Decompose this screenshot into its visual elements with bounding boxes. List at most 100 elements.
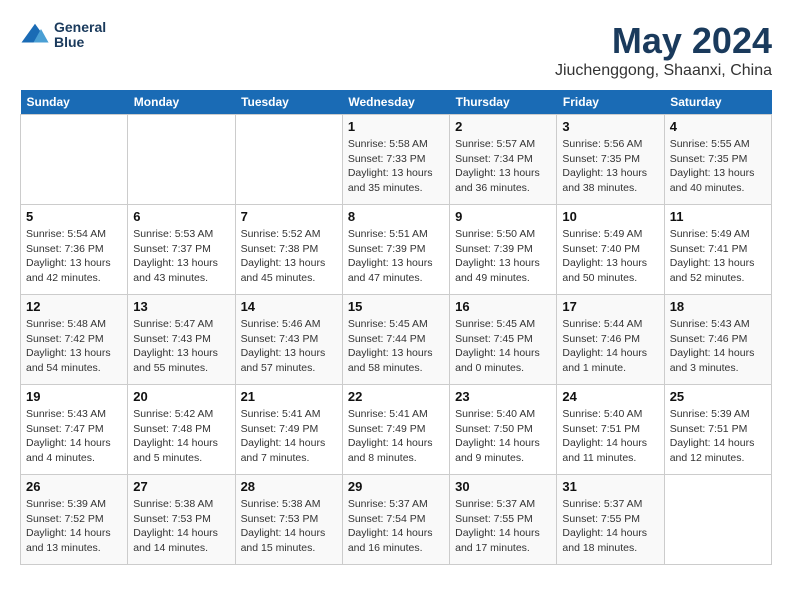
weekday-header-wednesday: Wednesday	[342, 90, 449, 115]
day-info: Sunrise: 5:43 AM Sunset: 7:47 PM Dayligh…	[26, 407, 122, 466]
calendar-week-2: 5 Sunrise: 5:54 AM Sunset: 7:36 PM Daylig…	[21, 205, 772, 295]
calendar-cell: 13 Sunrise: 5:47 AM Sunset: 7:43 PM Dayli…	[128, 295, 235, 385]
calendar-table: SundayMondayTuesdayWednesdayThursdayFrid…	[20, 90, 772, 565]
day-number: 26	[26, 479, 122, 494]
calendar-cell: 28 Sunrise: 5:38 AM Sunset: 7:53 PM Dayli…	[235, 475, 342, 565]
day-number: 22	[348, 389, 444, 404]
calendar-cell: 19 Sunrise: 5:43 AM Sunset: 7:47 PM Dayli…	[21, 385, 128, 475]
calendar-cell: 11Sunrise: 5:49 AM Sunset: 7:41 PM Dayli…	[664, 205, 771, 295]
calendar-week-5: 26 Sunrise: 5:39 AM Sunset: 7:52 PM Dayli…	[21, 475, 772, 565]
calendar-cell: 16Sunrise: 5:45 AM Sunset: 7:45 PM Dayli…	[450, 295, 557, 385]
weekday-header-saturday: Saturday	[664, 90, 771, 115]
day-info: Sunrise: 5:44 AM Sunset: 7:46 PM Dayligh…	[562, 317, 658, 376]
calendar-week-1: 1Sunrise: 5:58 AM Sunset: 7:33 PM Daylig…	[21, 115, 772, 205]
day-number: 8	[348, 209, 444, 224]
calendar-cell: 30 Sunrise: 5:37 AM Sunset: 7:55 PM Dayli…	[450, 475, 557, 565]
calendar-cell: 23 Sunrise: 5:40 AM Sunset: 7:50 PM Dayli…	[450, 385, 557, 475]
day-info: Sunrise: 5:37 AM Sunset: 7:55 PM Dayligh…	[455, 497, 551, 556]
calendar-cell: 9Sunrise: 5:50 AM Sunset: 7:39 PM Daylig…	[450, 205, 557, 295]
logo-line1: General	[54, 20, 106, 35]
calendar-cell	[128, 115, 235, 205]
calendar-cell: 3Sunrise: 5:56 AM Sunset: 7:35 PM Daylig…	[557, 115, 664, 205]
day-number: 17	[562, 299, 658, 314]
calendar-cell	[235, 115, 342, 205]
calendar-cell: 10Sunrise: 5:49 AM Sunset: 7:40 PM Dayli…	[557, 205, 664, 295]
main-title: May 2024	[555, 20, 772, 62]
title-section: May 2024 Jiuchenggong, Shaanxi, China	[555, 20, 772, 80]
calendar-cell: 22 Sunrise: 5:41 AM Sunset: 7:49 PM Dayli…	[342, 385, 449, 475]
weekday-header-tuesday: Tuesday	[235, 90, 342, 115]
day-number: 21	[241, 389, 337, 404]
calendar-cell: 5 Sunrise: 5:54 AM Sunset: 7:36 PM Daylig…	[21, 205, 128, 295]
calendar-body: 1Sunrise: 5:58 AM Sunset: 7:33 PM Daylig…	[21, 115, 772, 565]
day-number: 31	[562, 479, 658, 494]
day-number: 19	[26, 389, 122, 404]
weekday-row: SundayMondayTuesdayWednesdayThursdayFrid…	[21, 90, 772, 115]
day-info: Sunrise: 5:38 AM Sunset: 7:53 PM Dayligh…	[241, 497, 337, 556]
day-info: Sunrise: 5:41 AM Sunset: 7:49 PM Dayligh…	[348, 407, 444, 466]
calendar-cell: 1Sunrise: 5:58 AM Sunset: 7:33 PM Daylig…	[342, 115, 449, 205]
calendar-cell: 14Sunrise: 5:46 AM Sunset: 7:43 PM Dayli…	[235, 295, 342, 385]
day-number: 6	[133, 209, 229, 224]
subtitle: Jiuchenggong, Shaanxi, China	[555, 62, 772, 80]
day-info: Sunrise: 5:48 AM Sunset: 7:42 PM Dayligh…	[26, 317, 122, 376]
day-info: Sunrise: 5:42 AM Sunset: 7:48 PM Dayligh…	[133, 407, 229, 466]
calendar-cell: 7 Sunrise: 5:52 AM Sunset: 7:38 PM Daylig…	[235, 205, 342, 295]
day-info: Sunrise: 5:52 AM Sunset: 7:38 PM Dayligh…	[241, 227, 337, 286]
day-info: Sunrise: 5:54 AM Sunset: 7:36 PM Dayligh…	[26, 227, 122, 286]
day-number: 15	[348, 299, 444, 314]
day-info: Sunrise: 5:40 AM Sunset: 7:50 PM Dayligh…	[455, 407, 551, 466]
day-number: 7	[241, 209, 337, 224]
day-info: Sunrise: 5:39 AM Sunset: 7:52 PM Dayligh…	[26, 497, 122, 556]
day-number: 28	[241, 479, 337, 494]
day-number: 29	[348, 479, 444, 494]
day-info: Sunrise: 5:38 AM Sunset: 7:53 PM Dayligh…	[133, 497, 229, 556]
calendar-cell: 18Sunrise: 5:43 AM Sunset: 7:46 PM Dayli…	[664, 295, 771, 385]
calendar-cell: 25 Sunrise: 5:39 AM Sunset: 7:51 PM Dayli…	[664, 385, 771, 475]
weekday-header-sunday: Sunday	[21, 90, 128, 115]
calendar-cell: 24 Sunrise: 5:40 AM Sunset: 7:51 PM Dayli…	[557, 385, 664, 475]
day-info: Sunrise: 5:45 AM Sunset: 7:45 PM Dayligh…	[455, 317, 551, 376]
calendar-cell: 6 Sunrise: 5:53 AM Sunset: 7:37 PM Daylig…	[128, 205, 235, 295]
day-number: 5	[26, 209, 122, 224]
day-number: 27	[133, 479, 229, 494]
day-info: Sunrise: 5:39 AM Sunset: 7:51 PM Dayligh…	[670, 407, 766, 466]
calendar-cell: 8 Sunrise: 5:51 AM Sunset: 7:39 PM Daylig…	[342, 205, 449, 295]
calendar-week-3: 12Sunrise: 5:48 AM Sunset: 7:42 PM Dayli…	[21, 295, 772, 385]
logo-line2: Blue	[54, 35, 106, 50]
day-number: 14	[241, 299, 337, 314]
weekday-header-monday: Monday	[128, 90, 235, 115]
day-info: Sunrise: 5:51 AM Sunset: 7:39 PM Dayligh…	[348, 227, 444, 286]
day-number: 30	[455, 479, 551, 494]
day-info: Sunrise: 5:56 AM Sunset: 7:35 PM Dayligh…	[562, 137, 658, 196]
day-number: 25	[670, 389, 766, 404]
day-info: Sunrise: 5:45 AM Sunset: 7:44 PM Dayligh…	[348, 317, 444, 376]
calendar-header: SundayMondayTuesdayWednesdayThursdayFrid…	[21, 90, 772, 115]
day-number: 10	[562, 209, 658, 224]
calendar-cell: 27 Sunrise: 5:38 AM Sunset: 7:53 PM Dayli…	[128, 475, 235, 565]
day-info: Sunrise: 5:57 AM Sunset: 7:34 PM Dayligh…	[455, 137, 551, 196]
calendar-cell	[21, 115, 128, 205]
day-number: 2	[455, 119, 551, 134]
day-number: 13	[133, 299, 229, 314]
day-info: Sunrise: 5:37 AM Sunset: 7:55 PM Dayligh…	[562, 497, 658, 556]
day-number: 11	[670, 209, 766, 224]
day-number: 20	[133, 389, 229, 404]
day-info: Sunrise: 5:53 AM Sunset: 7:37 PM Dayligh…	[133, 227, 229, 286]
calendar-cell: 26 Sunrise: 5:39 AM Sunset: 7:52 PM Dayli…	[21, 475, 128, 565]
calendar-cell: 15 Sunrise: 5:45 AM Sunset: 7:44 PM Dayli…	[342, 295, 449, 385]
day-number: 4	[670, 119, 766, 134]
day-number: 24	[562, 389, 658, 404]
page-header: General Blue May 2024 Jiuchenggong, Shaa…	[20, 20, 772, 80]
day-number: 1	[348, 119, 444, 134]
day-info: Sunrise: 5:47 AM Sunset: 7:43 PM Dayligh…	[133, 317, 229, 376]
weekday-header-friday: Friday	[557, 90, 664, 115]
calendar-cell: 31 Sunrise: 5:37 AM Sunset: 7:55 PM Dayli…	[557, 475, 664, 565]
weekday-header-thursday: Thursday	[450, 90, 557, 115]
day-number: 23	[455, 389, 551, 404]
day-info: Sunrise: 5:43 AM Sunset: 7:46 PM Dayligh…	[670, 317, 766, 376]
day-info: Sunrise: 5:40 AM Sunset: 7:51 PM Dayligh…	[562, 407, 658, 466]
calendar-cell: 2 Sunrise: 5:57 AM Sunset: 7:34 PM Daylig…	[450, 115, 557, 205]
calendar-cell: 4Sunrise: 5:55 AM Sunset: 7:35 PM Daylig…	[664, 115, 771, 205]
calendar-cell: 29Sunrise: 5:37 AM Sunset: 7:54 PM Dayli…	[342, 475, 449, 565]
